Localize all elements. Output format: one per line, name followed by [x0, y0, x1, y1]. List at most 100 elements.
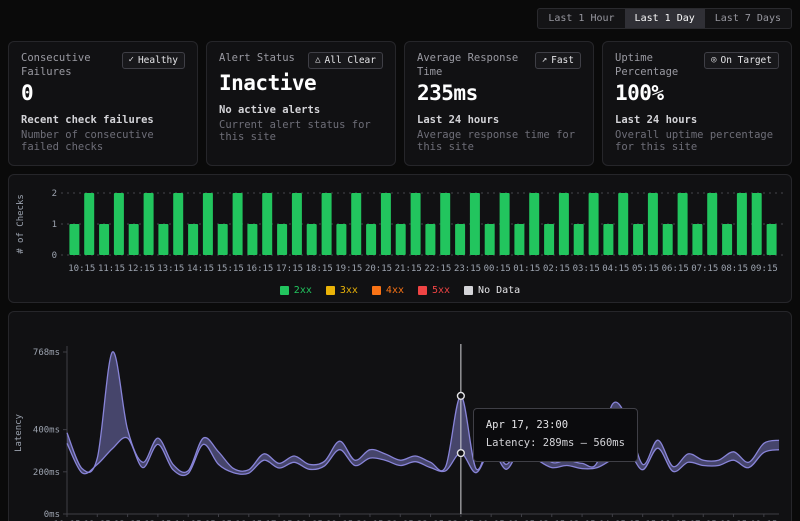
- legend-label: 3xx: [340, 285, 358, 296]
- check-bar[interactable]: [233, 193, 243, 255]
- x-tick-label: 10:15: [68, 264, 95, 274]
- check-bar[interactable]: [218, 224, 228, 255]
- check-bar[interactable]: [188, 224, 198, 255]
- legend-item-5xx[interactable]: 5xx: [418, 285, 450, 296]
- check-bar[interactable]: [648, 193, 658, 255]
- x-tick-label: 01:15: [513, 264, 540, 274]
- legend-label: 4xx: [386, 285, 404, 296]
- check-bar[interactable]: [203, 193, 213, 255]
- check-bar[interactable]: [707, 193, 717, 255]
- status-badge: ◎ On Target: [704, 52, 779, 69]
- check-bar[interactable]: [589, 193, 599, 255]
- check-bar[interactable]: [322, 193, 332, 255]
- range-button-last-1-hour[interactable]: Last 1 Hour: [538, 9, 624, 28]
- check-bar[interactable]: [129, 224, 139, 255]
- check-bar[interactable]: [425, 224, 435, 255]
- card-value: 100%: [615, 81, 779, 105]
- check-bar[interactable]: [485, 224, 495, 255]
- check-bar[interactable]: [722, 224, 732, 255]
- check-bar[interactable]: [574, 224, 584, 255]
- check-bar[interactable]: [440, 193, 450, 255]
- range-button-last-1-day[interactable]: Last 1 Day: [625, 9, 705, 28]
- check-bar[interactable]: [247, 224, 257, 255]
- check-bar[interactable]: [514, 224, 524, 255]
- card-consecutive-failures: Consecutive Failures ✓ Healthy 0 Recent …: [8, 41, 198, 166]
- check-bar[interactable]: [336, 224, 346, 255]
- stat-cards-row: Consecutive Failures ✓ Healthy 0 Recent …: [8, 41, 792, 166]
- check-bar[interactable]: [84, 193, 94, 255]
- latency-chart-panel: 0ms200ms400ms768msLatency10:1511:1512:15…: [8, 311, 792, 521]
- check-bar[interactable]: [663, 224, 673, 255]
- status-badge: ↗ Fast: [535, 52, 581, 69]
- range-button-last-7-days[interactable]: Last 7 Days: [705, 9, 791, 28]
- x-tick-label: 12:15: [128, 264, 155, 274]
- check-bar[interactable]: [277, 224, 287, 255]
- check-bar[interactable]: [678, 193, 688, 255]
- x-tick-label: 19:15: [335, 264, 362, 274]
- time-range-group: Last 1 HourLast 1 DayLast 7 Days: [537, 8, 792, 29]
- check-bar[interactable]: [292, 193, 302, 255]
- check-bar[interactable]: [544, 224, 554, 255]
- x-tick-label: 04:15: [602, 264, 629, 274]
- check-bar[interactable]: [559, 193, 569, 255]
- check-bar[interactable]: [529, 193, 539, 255]
- card-description: Average response time for this site: [417, 129, 581, 153]
- card-title: Average Response Time: [417, 52, 531, 79]
- minmax-band[interactable]: [67, 352, 779, 476]
- check-bar[interactable]: [99, 224, 109, 255]
- card-description: Number of consecutive failed checks: [21, 129, 185, 153]
- check-bar[interactable]: [69, 224, 79, 255]
- legend-swatch: [464, 286, 473, 295]
- check-bar[interactable]: [618, 193, 628, 255]
- legend-item-no-data[interactable]: No Data: [464, 285, 520, 296]
- legend-item-2xx[interactable]: 2xx: [280, 285, 312, 296]
- status-badge: ✓ Healthy: [122, 52, 185, 69]
- latency-chart-svg[interactable]: 0ms200ms400ms768msLatency10:1511:1512:15…: [9, 318, 791, 521]
- check-bar[interactable]: [603, 224, 613, 255]
- x-tick-label: 03:15: [573, 264, 600, 274]
- latency-chart[interactable]: 0ms200ms400ms768msLatency10:1511:1512:15…: [9, 318, 791, 521]
- checks-bar-chart-svg[interactable]: 012# of Checks10:1511:1512:1513:1514:151…: [9, 181, 791, 279]
- check-bar[interactable]: [381, 193, 391, 255]
- y-tick-label: 400ms: [33, 426, 60, 436]
- check-bar[interactable]: [262, 193, 272, 255]
- y-tick-label: 1: [52, 220, 57, 230]
- card-description: Overall uptime percentage for this site: [615, 129, 779, 153]
- check-bar[interactable]: [470, 193, 480, 255]
- x-tick-label: 05:15: [632, 264, 659, 274]
- legend-item-4xx[interactable]: 4xx: [372, 285, 404, 296]
- check-bar[interactable]: [307, 224, 317, 255]
- check-bar[interactable]: [737, 193, 747, 255]
- check-circle-icon: ✓: [129, 56, 134, 65]
- check-bar[interactable]: [366, 224, 376, 255]
- legend-label: No Data: [478, 285, 520, 296]
- check-bar[interactable]: [396, 224, 406, 255]
- legend-label: 2xx: [294, 285, 312, 296]
- y-axis-label: Latency: [14, 414, 24, 453]
- y-tick-label: 200ms: [33, 468, 60, 478]
- check-bar[interactable]: [752, 193, 762, 255]
- legend-swatch: [326, 286, 335, 295]
- card-subtitle: Last 24 hours: [417, 114, 581, 126]
- check-bar[interactable]: [411, 193, 421, 255]
- checks-bar-chart[interactable]: 012# of Checks10:1511:1512:1513:1514:151…: [9, 181, 791, 283]
- y-axis-label: # of Checks: [16, 194, 26, 254]
- check-bar[interactable]: [114, 193, 124, 255]
- legend-item-3xx[interactable]: 3xx: [326, 285, 358, 296]
- check-bar[interactable]: [158, 224, 168, 255]
- max-line[interactable]: [67, 352, 779, 473]
- check-bar[interactable]: [500, 193, 510, 255]
- bar-chart-legend: 2xx 3xx 4xx 5xx No Data: [9, 285, 791, 298]
- check-bar[interactable]: [455, 224, 465, 255]
- check-bar[interactable]: [144, 193, 154, 255]
- check-bar[interactable]: [767, 224, 777, 255]
- x-tick-label: 09:15: [751, 264, 778, 274]
- y-tick-label: 0: [52, 251, 57, 261]
- y-tick-label: 2: [52, 189, 57, 199]
- check-bar[interactable]: [633, 224, 643, 255]
- legend-swatch: [372, 286, 381, 295]
- check-bar[interactable]: [351, 193, 361, 255]
- check-bar[interactable]: [692, 224, 702, 255]
- check-bar[interactable]: [173, 193, 183, 255]
- card-title: Consecutive Failures: [21, 52, 118, 79]
